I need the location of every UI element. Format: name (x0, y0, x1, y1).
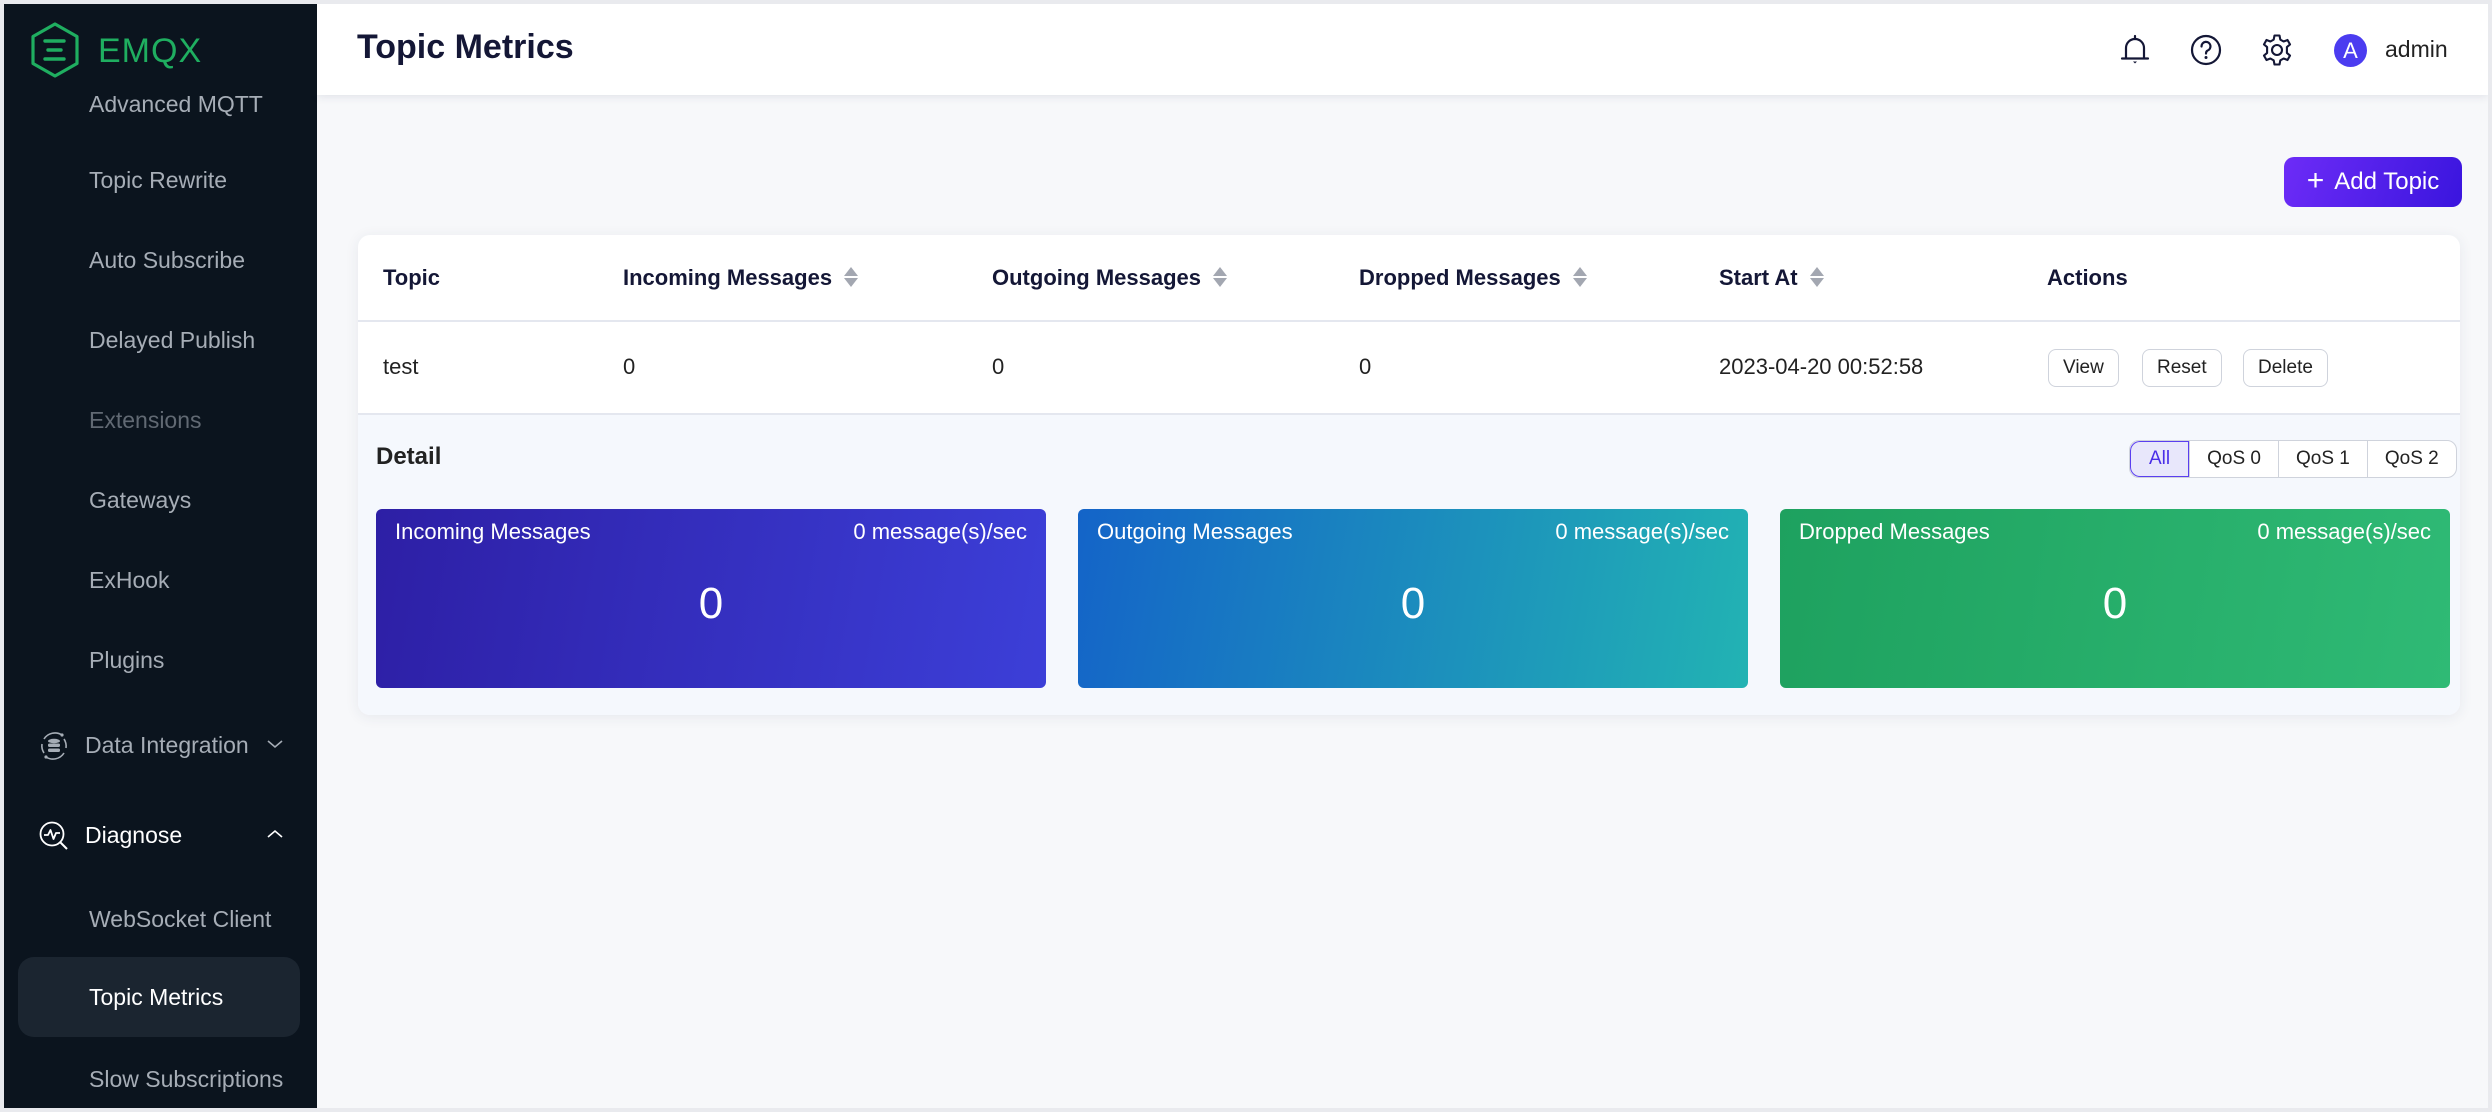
sidebar-item-label: Topic Rewrite (89, 166, 228, 193)
sidebar-item-extensions: Extensions (4, 390, 317, 450)
metric-rate: 0 message(s)/sec (1555, 519, 1729, 544)
chevron-down-icon (267, 740, 283, 749)
metric-title: Outgoing Messages (1097, 519, 1293, 544)
reset-button[interactable]: Reset (2142, 349, 2222, 387)
qos-option-1[interactable]: QoS 1 (2278, 441, 2367, 477)
brand-name: EMQX (98, 32, 203, 70)
sidebar-item-gateways[interactable]: Gateways (4, 470, 317, 530)
sidebar-item-label: Topic Metrics (89, 983, 224, 1010)
column-header-start-at[interactable]: Start At (1719, 265, 1824, 291)
add-topic-button[interactable]: + Add Topic (2284, 157, 2462, 207)
sidebar-item-label: Extensions (89, 406, 202, 433)
column-label: Start At (1719, 265, 1798, 290)
chevron-up-icon (267, 829, 283, 838)
sort-icon[interactable] (1213, 266, 1228, 288)
sidebar-item-exhook[interactable]: ExHook (4, 550, 317, 610)
column-label: Actions (2047, 265, 2128, 290)
plus-icon: + (2306, 163, 2325, 197)
sidebar-item-label: Auto Subscribe (89, 246, 245, 273)
username[interactable]: admin (2385, 36, 2448, 63)
metric-value: 0 (2102, 579, 2128, 628)
column-header-incoming[interactable]: Incoming Messages (623, 265, 859, 291)
column-header-topic: Topic (383, 265, 440, 291)
metric-title: Incoming Messages (395, 519, 591, 544)
column-header-dropped[interactable]: Dropped Messages (1359, 265, 1587, 291)
sidebar-item-plugins[interactable]: Plugins (4, 630, 317, 690)
view-button[interactable]: View (2048, 349, 2119, 387)
cell-topic: test (383, 354, 419, 379)
column-label: Outgoing Messages (992, 265, 1202, 290)
metric-value: 0 (698, 579, 724, 628)
sort-icon[interactable] (1809, 266, 1824, 288)
sidebar-item-auto-subscribe[interactable]: Auto Subscribe (4, 230, 317, 290)
emqx-logo-icon (31, 22, 79, 78)
help-icon[interactable] (2188, 32, 2224, 68)
cell-start-at: 2023-04-20 00:52:58 (1719, 354, 1924, 379)
column-label: Incoming Messages (623, 265, 833, 290)
sidebar-item-topic-metrics[interactable]: Topic Metrics (18, 957, 300, 1037)
metric-title: Dropped Messages (1799, 519, 1990, 544)
metric-rate: 0 message(s)/sec (2257, 519, 2431, 544)
top-header: Topic Metrics A admin (317, 4, 2488, 95)
qos-option-all[interactable]: All (2130, 441, 2190, 477)
sidebar-item-slow-subscriptions[interactable]: Slow Subscriptions (4, 1049, 317, 1108)
column-label: Dropped Messages (1359, 265, 1561, 290)
sidebar-item-delayed-publish[interactable]: Delayed Publish (4, 310, 317, 370)
data-integration-icon (41, 732, 67, 760)
column-header-actions: Actions (2047, 265, 2128, 291)
sidebar-group-label: Diagnose (85, 821, 183, 848)
metric-rate: 0 message(s)/sec (853, 519, 1027, 544)
sidebar: EMQX Advanced MQTT Topic Rewrite Auto Su… (4, 4, 317, 1108)
sidebar-group-label: Data Integration (85, 731, 249, 758)
metric-card-dropped: Dropped Messages 0 message(s)/sec 0 (1780, 509, 2450, 688)
gear-icon[interactable] (2259, 32, 2295, 68)
add-topic-label: Add Topic (2334, 168, 2440, 195)
detail-title: Detail (376, 443, 442, 470)
metric-value: 0 (1400, 579, 1426, 628)
topic-metrics-card: Topic Incoming Messages Outgoing Message… (358, 235, 2460, 715)
sidebar-group-data-integration[interactable]: Data Integration (4, 715, 317, 775)
delete-button[interactable]: Delete (2243, 349, 2328, 387)
detail-panel: Detail All QoS 0 QoS 1 QoS 2 Incoming Me… (358, 415, 2460, 715)
column-label: Topic (383, 265, 441, 290)
sidebar-item-label: Gateways (89, 486, 192, 513)
sidebar-item-label: ExHook (89, 566, 170, 593)
logo[interactable]: EMQX (4, 4, 317, 96)
metric-card-outgoing: Outgoing Messages 0 message(s)/sec 0 (1078, 509, 1748, 688)
sidebar-item-topic-rewrite[interactable]: Topic Rewrite (4, 150, 317, 210)
sidebar-item-websocket-client[interactable]: WebSocket Client (4, 889, 317, 949)
bell-icon[interactable] (2117, 32, 2153, 68)
qos-option-0[interactable]: QoS 0 (2189, 441, 2278, 477)
sort-icon[interactable] (1572, 266, 1587, 288)
column-header-outgoing[interactable]: Outgoing Messages (992, 265, 1228, 291)
page-title: Topic Metrics (357, 28, 574, 66)
cell-dropped: 0 (1359, 354, 1372, 379)
cell-incoming: 0 (623, 354, 636, 379)
table-header: Topic Incoming Messages Outgoing Message… (358, 235, 2460, 322)
cell-outgoing: 0 (992, 354, 1005, 379)
sort-icon[interactable] (844, 266, 859, 288)
sidebar-item-label: Delayed Publish (89, 326, 256, 353)
qos-filter: All QoS 0 QoS 1 QoS 2 (2129, 440, 2457, 478)
sidebar-item-label: Plugins (89, 646, 165, 673)
app-window: EMQX Advanced MQTT Topic Rewrite Auto Su… (4, 4, 2488, 1108)
diagnose-icon (39, 821, 68, 850)
sidebar-item-label: WebSocket Client (89, 905, 272, 932)
qos-option-2[interactable]: QoS 2 (2366, 441, 2456, 477)
metric-card-incoming: Incoming Messages 0 message(s)/sec 0 (376, 509, 1046, 688)
table-row: test 0 0 0 2023-04-20 00:52:58 View Rese… (358, 322, 2460, 415)
sidebar-group-diagnose[interactable]: Diagnose (4, 805, 317, 865)
avatar[interactable]: A (2334, 34, 2367, 67)
sidebar-item-label: Slow Subscriptions (89, 1065, 284, 1092)
